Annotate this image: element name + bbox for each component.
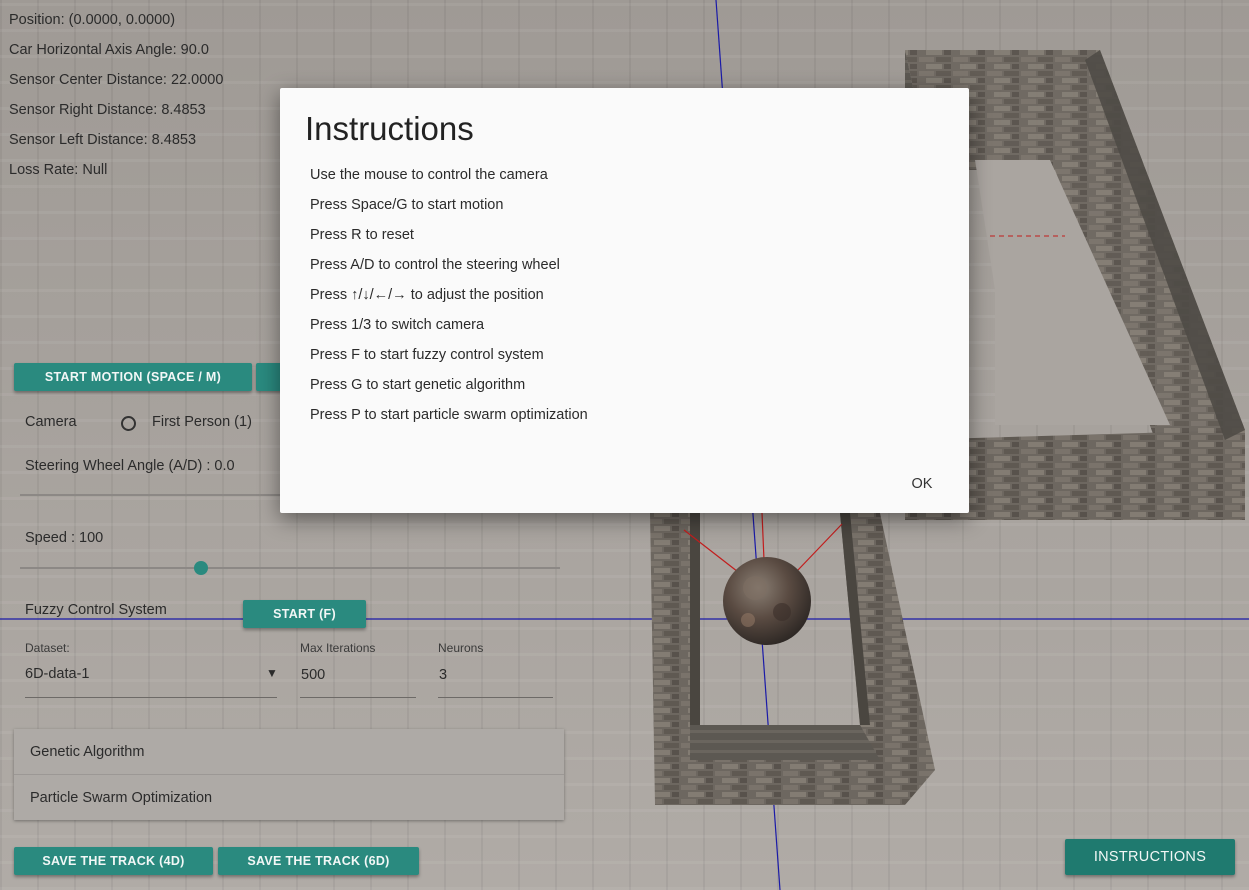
ok-button[interactable]: OK	[904, 472, 940, 496]
instruction-line: Press ↑/↓/←/→ to adjust the position	[310, 287, 544, 303]
instruction-line: Press P to start particle swarm optimiza…	[310, 407, 588, 423]
instructions-dialog: Instructions Use the mouse to control th…	[280, 88, 969, 513]
instruction-line: Press G to start genetic algorithm	[310, 377, 526, 393]
instruction-line: Press R to reset	[310, 227, 414, 243]
instruction-line: Use the mouse to control the camera	[310, 167, 548, 183]
instruction-line: Press 1/3 to switch camera	[310, 317, 485, 333]
instruction-line: Press Space/G to start motion	[310, 197, 504, 213]
instruction-line: Press A/D to control the steering wheel	[310, 257, 560, 273]
dialog-title: Instructions	[305, 110, 474, 147]
instruction-line: Press F to start fuzzy control system	[310, 347, 544, 363]
